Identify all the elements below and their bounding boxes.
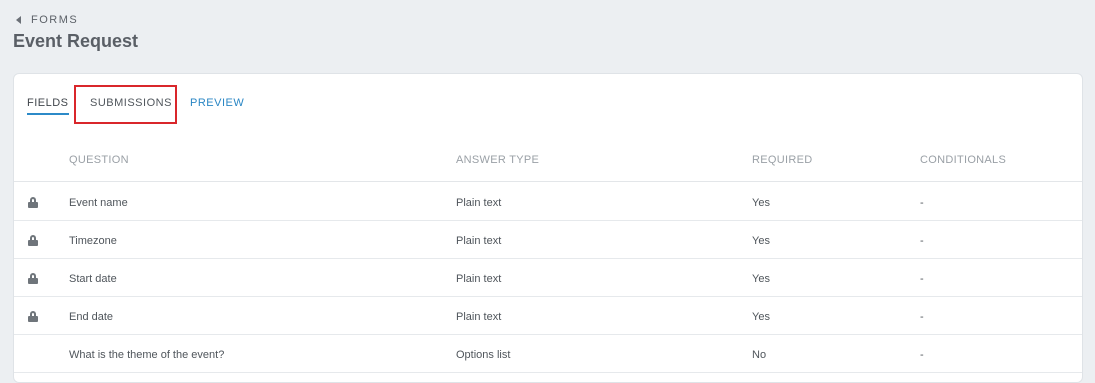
cell-answer-type: Options list (456, 349, 511, 361)
cell-answer-type: Plain text (456, 197, 502, 209)
cell-conditionals: - (920, 311, 924, 323)
cell-answer-type: Plain text (456, 235, 502, 247)
cell-answer-type: Plain text (456, 273, 502, 285)
table-row[interactable]: What is the theme of the event? Options … (14, 335, 1082, 373)
cell-question: Start date (69, 273, 117, 285)
table-body: Event name Plain text Yes - Timezone Pla… (14, 183, 1082, 373)
cell-question: Event name (69, 197, 128, 209)
cell-required: No (752, 349, 767, 361)
cell-conditionals: - (920, 349, 924, 361)
cell-question: End date (69, 311, 114, 323)
lock-icon (28, 197, 38, 208)
lock-icon (28, 235, 38, 246)
cell-question: What is the theme of the event? (69, 349, 225, 361)
tab-submissions[interactable]: SUBMISSIONS (90, 97, 172, 113)
cell-conditionals: - (920, 273, 924, 285)
lock-icon (28, 311, 38, 322)
header-question: QUESTION (69, 154, 129, 166)
cell-required: Yes (752, 197, 770, 209)
header-required: REQUIRED (752, 154, 813, 166)
header-answer-type: ANSWER TYPE (456, 154, 540, 166)
lock-icon (28, 273, 38, 284)
cell-answer-type: Plain text (456, 311, 502, 323)
cell-question: Timezone (69, 235, 117, 247)
table-row[interactable]: Event name Plain text Yes - (14, 183, 1082, 221)
cell-required: Yes (752, 273, 770, 285)
tab-fields[interactable]: FIELDS (27, 97, 69, 115)
form-card: FIELDS SUBMISSIONS PREVIEW QUESTION ANSW… (13, 73, 1083, 383)
tab-preview[interactable]: PREVIEW (190, 97, 244, 113)
breadcrumb-label: FORMS (31, 14, 79, 26)
table-row[interactable]: Start date Plain text Yes - (14, 259, 1082, 297)
page-title: Event Request (13, 31, 139, 51)
tab-bar: FIELDS SUBMISSIONS PREVIEW (14, 74, 1082, 134)
table-row[interactable]: End date Plain text Yes - (14, 297, 1082, 335)
breadcrumb-back-link[interactable]: FORMS (16, 14, 78, 26)
header-conditionals: CONDITIONALS (920, 154, 1007, 166)
table-header: QUESTION ANSWER TYPE REQUIRED CONDITIONA… (14, 144, 1082, 182)
cell-required: Yes (752, 235, 770, 247)
caret-left-icon (16, 16, 21, 24)
table-row[interactable]: Timezone Plain text Yes - (14, 221, 1082, 259)
cell-conditionals: - (920, 235, 924, 247)
cell-conditionals: - (920, 197, 924, 209)
cell-required: Yes (752, 311, 770, 323)
